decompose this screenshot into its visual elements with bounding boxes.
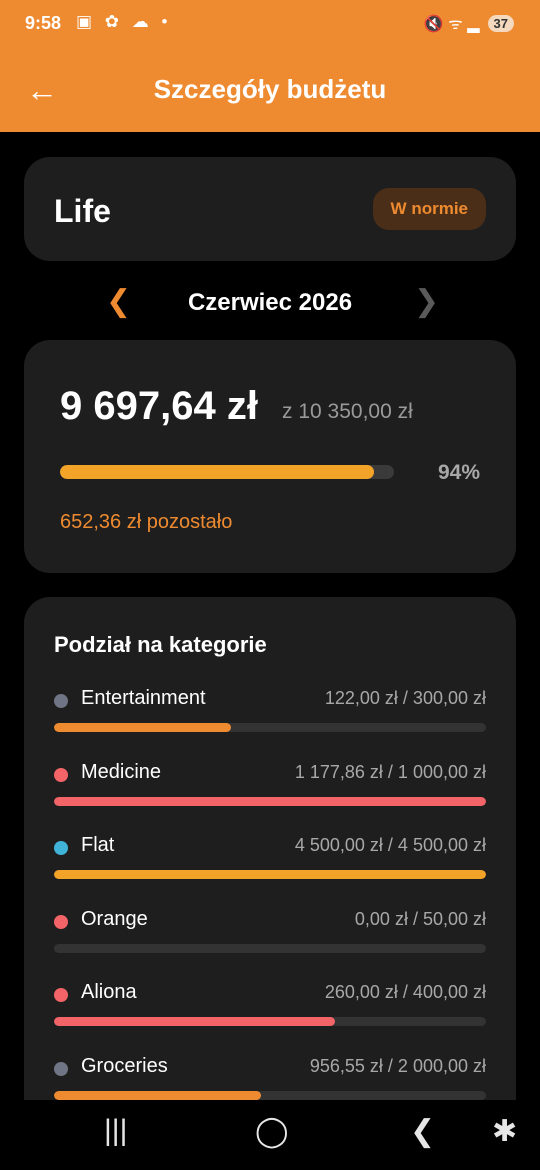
category-name: Flat bbox=[81, 834, 115, 856]
budget-percent: 94% bbox=[437, 461, 480, 484]
category-dot-icon bbox=[54, 694, 68, 708]
remaining-amount: 652,36 zł pozostało bbox=[60, 511, 233, 533]
category-progress-bar bbox=[54, 870, 486, 879]
status-time: 9:58 bbox=[25, 13, 62, 33]
battery-icon: 37 bbox=[487, 14, 514, 32]
category-breakdown-card: Podział na kategorie Entertainment 122,00… bbox=[24, 597, 516, 1117]
category-dot-icon bbox=[54, 914, 68, 929]
category-row[interactable]: Entertainment 122,00 zł / 300,00 zł bbox=[54, 687, 486, 747]
category-name: Groceries bbox=[81, 1054, 168, 1077]
category-name: Medicine bbox=[81, 760, 162, 783]
category-row[interactable]: Medicine 1 177,86 zł / 1 000,00 zł bbox=[54, 761, 486, 821]
category-name: Orange bbox=[81, 907, 148, 930]
category-progress-fill bbox=[54, 723, 232, 732]
app-bar: ← Szczegóły budżetu bbox=[0, 48, 540, 132]
category-progress-fill bbox=[54, 1017, 335, 1026]
category-name: Entertainment bbox=[81, 687, 206, 709]
category-progress-bar bbox=[54, 1090, 486, 1100]
budget-progress-fill bbox=[60, 465, 374, 479]
budget-name: Life bbox=[54, 193, 111, 229]
category-dot-icon bbox=[54, 988, 68, 1002]
signal-icons: 🔇 ᯤ ▂ bbox=[423, 16, 480, 33]
budget-header-card: Life W normie bbox=[24, 157, 516, 261]
category-progress-fill bbox=[54, 796, 486, 806]
status-bar: 9:58 ▣ ✿ ☁ • 🔇 ᯤ ▂ 37 bbox=[0, 0, 540, 48]
category-progress-bar bbox=[54, 943, 486, 953]
month-navigator: ❮ Czerwiec 2026 ❯ bbox=[0, 280, 540, 326]
status-right: 🔇 ᯤ ▂ 37 bbox=[424, 12, 514, 34]
category-amount: 260,00 zł / 400,00 zł bbox=[324, 982, 486, 1002]
category-progress-fill bbox=[54, 1090, 262, 1100]
category-amount: 956,55 zł / 2 000,00 zł bbox=[309, 1055, 486, 1076]
category-dot-icon bbox=[54, 767, 68, 782]
back-icon[interactable]: ❮ bbox=[410, 1114, 435, 1149]
category-row[interactable]: Aliona 260,00 zł / 400,00 zł bbox=[54, 981, 486, 1041]
category-progress-bar bbox=[54, 796, 486, 806]
status-badge: W normie bbox=[372, 188, 486, 230]
budget-limit: z 10 350,00 zł bbox=[282, 400, 413, 423]
category-name: Aliona bbox=[81, 981, 137, 1003]
next-month-icon[interactable]: ❯ bbox=[414, 284, 439, 319]
section-title: Podział na kategorie bbox=[54, 632, 267, 657]
category-progress-bar bbox=[54, 723, 486, 732]
category-progress-fill bbox=[54, 870, 486, 879]
system-nav-bar: ||| ◯ ❮ ✱ bbox=[0, 1100, 540, 1170]
category-amount: 0,00 zł / 50,00 zł bbox=[354, 908, 486, 929]
category-row[interactable]: Flat 4 500,00 zł / 4 500,00 zł bbox=[54, 834, 486, 894]
category-dot-icon bbox=[54, 841, 68, 855]
notification-icons: ▣ ✿ ☁ • bbox=[76, 12, 172, 31]
month-label: Czerwiec 2026 bbox=[187, 289, 353, 316]
budget-progress-bar bbox=[60, 465, 394, 479]
category-amount: 4 500,00 zł / 4 500,00 zł bbox=[294, 835, 486, 855]
page-title: Szczegóły budżetu bbox=[153, 74, 387, 104]
spent-amount: 9 697,64 zł bbox=[60, 384, 258, 428]
home-icon[interactable]: ◯ bbox=[255, 1114, 289, 1149]
recents-icon[interactable]: ||| bbox=[104, 1114, 127, 1148]
accessibility-icon[interactable]: ✱ bbox=[492, 1114, 517, 1149]
category-amount: 1 177,86 zł / 1 000,00 zł bbox=[294, 761, 486, 782]
category-dot-icon bbox=[54, 1061, 68, 1076]
category-amount: 122,00 zł / 300,00 zł bbox=[324, 688, 486, 708]
category-progress-bar bbox=[54, 1017, 486, 1026]
category-row[interactable]: Orange 0,00 zł / 50,00 zł bbox=[54, 908, 486, 968]
budget-summary-card: 9 697,64 zł z 10 350,00 zł 94% 652,36 zł… bbox=[24, 340, 516, 573]
